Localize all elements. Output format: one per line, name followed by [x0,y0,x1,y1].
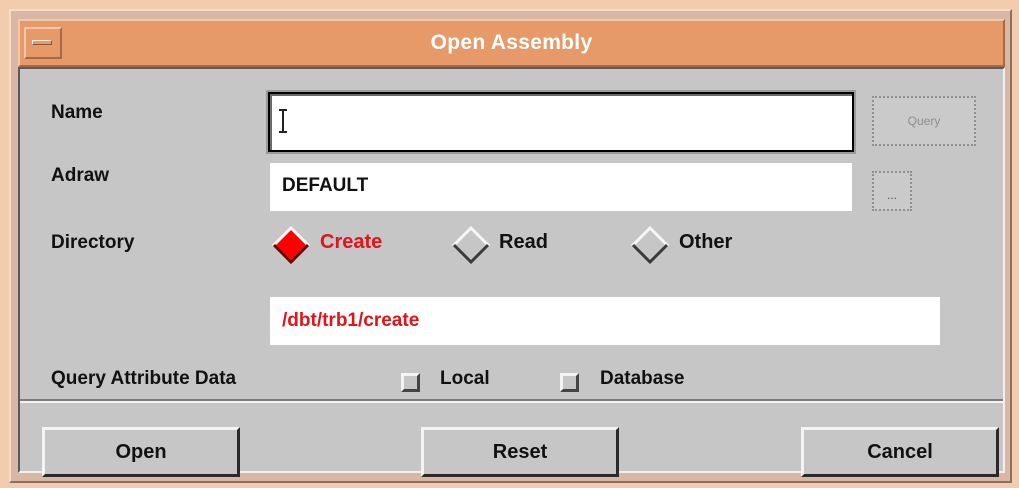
dialog-body: Name Query Adraw DEFAULT ... Directory C… [18,67,1005,477]
open-button[interactable]: Open [42,427,240,477]
query-attribute-label: Query Attribute Data [51,368,237,389]
cancel-button-label: Cancel [867,440,933,463]
reset-button-label: Reset [492,440,548,463]
adraw-input-value: DEFAULT [282,175,369,196]
text-cursor-icon [282,109,284,133]
reset-button[interactable]: Reset [421,427,619,477]
title-bar[interactable]: Open Assembly [18,19,1005,67]
window-menu-button[interactable] [24,27,62,59]
directory-path-input[interactable]: /dbt/trb1/create [270,297,940,345]
name-label: Name [51,102,103,123]
radio-other-label: Other [679,231,733,253]
query-button-label: Query [907,114,941,128]
open-button-label: Open [115,440,167,463]
query-button[interactable]: Query [872,96,976,146]
open-assembly-dialog: Open Assembly Name Query Adraw DEFAULT .… [9,9,1012,483]
radio-read[interactable] [451,225,491,265]
browse-button[interactable]: ... [872,171,912,211]
database-checkbox-label: Database [600,368,685,389]
radio-create[interactable] [271,225,311,265]
name-input[interactable] [266,90,856,154]
adraw-label: Adraw [51,165,110,186]
window-menu-icon [32,40,52,45]
database-checkbox[interactable] [560,373,579,392]
adraw-input[interactable]: DEFAULT [270,163,852,211]
local-checkbox[interactable] [401,373,420,392]
browse-button-label: ... [886,188,897,202]
radio-create-label: Create [320,231,383,253]
window-title: Open Assembly [430,31,593,54]
radio-read-label: Read [499,231,548,253]
cancel-button[interactable]: Cancel [801,427,999,477]
separator [20,399,1003,403]
directory-label: Directory [51,232,135,253]
directory-path-value: /dbt/trb1/create [282,310,420,331]
local-checkbox-label: Local [440,368,490,389]
radio-other[interactable] [630,225,670,265]
